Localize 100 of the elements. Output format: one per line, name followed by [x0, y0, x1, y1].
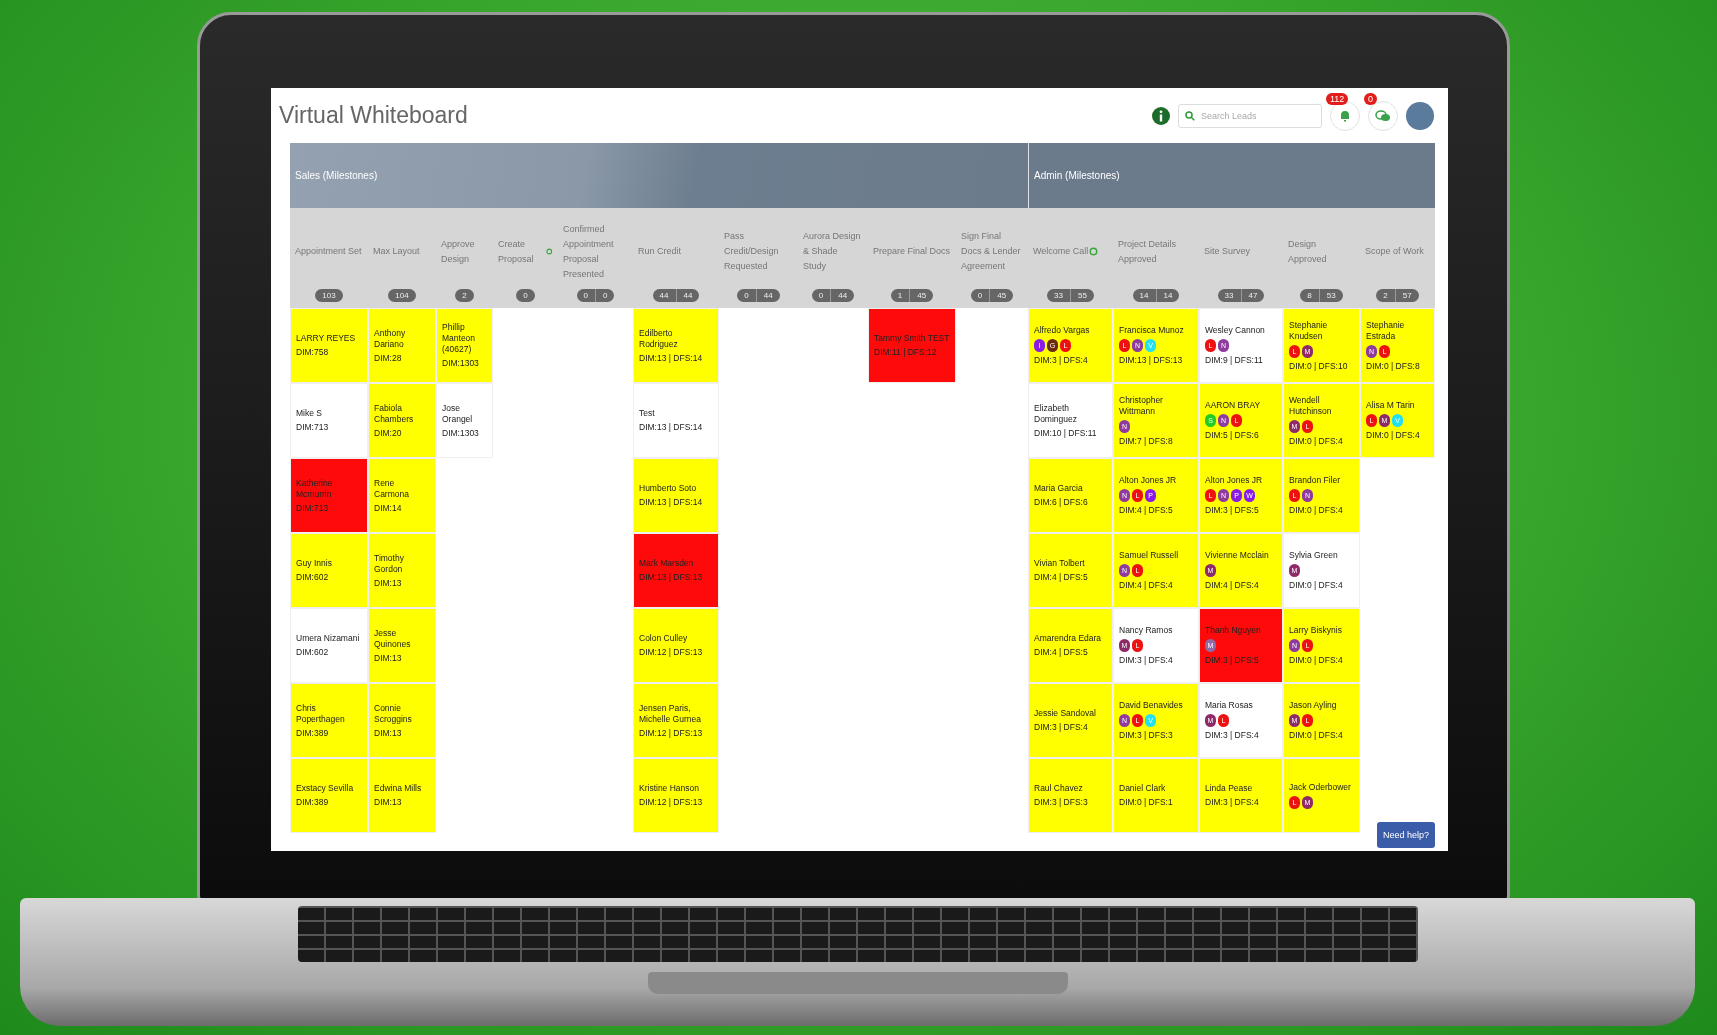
lead-card[interactable]: Linda Pease DIM:3 | DFS:4 [1199, 758, 1283, 833]
lead-card[interactable]: Humberto Soto DIM:13 | DFS:14 [633, 458, 719, 533]
lead-stats: DIM:11 | DFS:12 [874, 347, 938, 358]
lead-name: Christopher Wittmann [1119, 394, 1164, 417]
lead-stats: DIM:3 | DFS:4 [1034, 722, 1089, 733]
column-title: Prepare Final Docs [873, 245, 951, 258]
lead-card[interactable]: Mark Marsden DIM:13 | DFS:13 [633, 533, 719, 608]
column-title: Confirmed Appointment Proposal Presented [563, 222, 615, 281]
lead-card[interactable]: Colon Culley DIM:12 | DFS:13 [633, 608, 719, 683]
lead-card[interactable]: Jose Orangel DIM:1303 [436, 383, 493, 458]
lead-card[interactable]: Edilberto Rodriguez DIM:13 | DFS:14 [633, 308, 719, 383]
lead-stats: DIM:13 [374, 797, 403, 808]
lead-stats: DIM:758 [296, 347, 330, 358]
lead-name: Jesse Quinones [374, 627, 412, 650]
lead-stats: DIM:1303 [442, 358, 480, 369]
lead-card[interactable]: Jensen Paris, Michelle Gurnea DIM:12 | DFS:13 [633, 683, 719, 758]
column-title: Project Details Approved [1118, 237, 1178, 266]
lead-stats: DIM:13 | DFS:13 [1119, 355, 1184, 366]
column-title: Scope of Work [1365, 245, 1424, 258]
messages-button[interactable] [1368, 100, 1398, 131]
lead-card[interactable]: Vivian Tolbert DIM:4 | DFS:5 [1028, 533, 1113, 608]
lead-name: LARRY REYES [296, 333, 357, 344]
count-badge: 2 [455, 289, 474, 302]
lead-name: Jose Orangel [442, 402, 474, 425]
lead-card[interactable]: Umera Nizamani DIM:602 [290, 608, 368, 683]
lead-stats: DIM:713 [296, 422, 330, 433]
lead-name: Stephanie Estrada [1366, 319, 1406, 342]
lead-stats: DIM:602 [296, 647, 330, 658]
count-badge: 104 [388, 289, 416, 302]
lead-card[interactable]: Jesse Quinones DIM:13 [368, 608, 436, 683]
search-icon [1185, 110, 1195, 121]
lead-stats: DIM:7 | DFS:8 [1119, 435, 1174, 447]
lead-card[interactable]: Elizabeth Dominguez DIM:10 | DFS:11 [1028, 383, 1113, 458]
lead-stats: DIM:5 | DFS:6 [1205, 430, 1260, 441]
lead-stats: DIM:389 [296, 797, 330, 808]
lead-card[interactable]: Anthony Dariano DIM:28 [368, 308, 436, 383]
info-icon[interactable] [1152, 106, 1170, 125]
user-avatar[interactable] [1406, 101, 1434, 130]
lead-name: Maria Garcia [1034, 483, 1084, 494]
lead-name: Jensen Paris, Michelle Gurnea [639, 702, 702, 725]
lead-name: Mike S [296, 408, 323, 419]
lead-name: Elizabeth Dominguez [1034, 402, 1078, 425]
lead-name: Edilberto Rodriguez [639, 327, 679, 350]
lead-card[interactable]: Fabiola Chambers DIM:20 [368, 383, 436, 458]
column-title: Aurora Design & Shade Study [803, 230, 862, 273]
lead-card[interactable]: Guy Innis DIM:602 [290, 533, 368, 608]
lead-name: Test [639, 408, 656, 419]
lead-stats: DIM:0 | DFS:4 [1289, 505, 1344, 516]
count-badge: 0 [516, 289, 535, 302]
lead-card[interactable]: Phillip Manteon (40627) DIM:1303 [436, 308, 493, 383]
group-header: Admin (Milestones) [1028, 143, 1435, 208]
lead-name: Brandon Filer [1289, 475, 1342, 486]
lead-card[interactable]: Kristine Hanson DIM:12 | DFS:13 [633, 758, 719, 833]
count-badge: 103 [315, 289, 343, 302]
lead-stats: DIM:3 | DFS:5 [1205, 655, 1260, 666]
column-title: Sign Final Docs & Lender Agreement [961, 230, 1022, 273]
lead-card[interactable]: Mike S DIM:713 [290, 383, 368, 458]
lead-card[interactable]: Chris Poperthagen DIM:389 [290, 683, 368, 758]
lead-card[interactable]: Raul Chavez DIM:3 | DFS:3 [1028, 758, 1113, 833]
lead-card[interactable]: Test DIM:13 | DFS:14 [633, 383, 719, 458]
lead-card[interactable]: Timothy Gordon DIM:13 [368, 533, 436, 608]
lead-card[interactable]: Connie Scroggins DIM:13 [368, 683, 436, 758]
lead-stats: DIM:12 | DFS:13 [639, 797, 704, 808]
lead-name: Alton Jones JR [1119, 475, 1178, 486]
column-title: Pass Credit/Design Requested [724, 230, 780, 273]
lead-name: Vivian Tolbert [1034, 558, 1086, 569]
lead-card[interactable]: Tammy Smith TEST DIM:11 | DFS:12 [868, 308, 956, 383]
lead-name: Wendell Hutchinson [1289, 394, 1333, 417]
lead-card[interactable]: LARRY REYES DIM:758 [290, 308, 368, 383]
lead-stats: DIM:3 | DFS:5 [1205, 505, 1260, 516]
lead-stats: DIM:13 | DFS:14 [639, 352, 704, 364]
lead-card[interactable]: Exstacy Sevilla DIM:389 [290, 758, 368, 833]
group-header: Sales (Milestones) [290, 143, 1028, 208]
lead-card[interactable]: Daniel Clark DIM:0 | DFS:1 [1113, 758, 1199, 833]
notifications-button[interactable] [1330, 100, 1360, 131]
lead-stats: DIM:3 | DFS:4 [1034, 355, 1089, 366]
lead-name: David Benavides [1119, 700, 1184, 711]
lead-stats: DIM:0 | DFS:4 [1289, 580, 1344, 591]
lead-name: Alton Jones JR [1205, 475, 1264, 486]
lead-stats: DIM:3 | DFS:4 [1205, 797, 1260, 808]
page-title: Virtual Whiteboard [279, 102, 469, 129]
lead-card[interactable]: Amarendra Edara DIM:4 | DFS:5 [1028, 608, 1113, 683]
lead-stats: DIM:0 | DFS:8 [1366, 360, 1421, 372]
lead-card[interactable]: Katherine Mcmurrin DIM:713 [290, 458, 368, 533]
lead-stats: DIM:13 | DFS:14 [639, 422, 704, 433]
lead-name: Stephanie Knudsen [1289, 319, 1329, 342]
lead-name: Vivienne Mcclain [1205, 550, 1270, 561]
lead-stats: DIM:3 | DFS:4 [1119, 655, 1174, 666]
lead-name: Larry Biskynis [1289, 625, 1343, 636]
count-badge: 0 44 [737, 289, 780, 302]
lead-card[interactable]: Rene Carmona DIM:14 [368, 458, 436, 533]
lead-card[interactable]: Jessie Sandoval DIM:3 | DFS:4 [1028, 683, 1113, 758]
lead-stats: DIM:0 | DFS:4 [1366, 430, 1421, 441]
lead-stats: DIM:20 [374, 427, 403, 439]
lead-stats: DIM:13 | DFS:13 [639, 572, 704, 583]
search-field[interactable]: Search Leads [1178, 103, 1322, 128]
help-button[interactable]: Need help? [1376, 822, 1435, 848]
count-badge: 33 47 [1217, 289, 1265, 302]
lead-card[interactable]: Maria Garcia DIM:6 | DFS:6 [1028, 458, 1113, 533]
lead-card[interactable]: Edwina Mills DIM:13 [368, 758, 436, 833]
